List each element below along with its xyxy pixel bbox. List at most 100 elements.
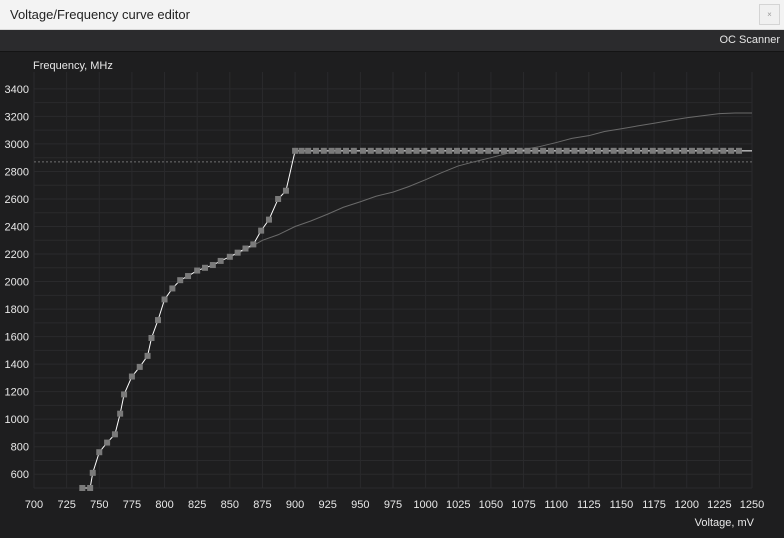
curve-point[interactable]: [634, 147, 641, 154]
curve-point[interactable]: [735, 147, 742, 154]
curve-point[interactable]: [328, 147, 335, 154]
curve-point[interactable]: [367, 147, 374, 154]
curve-point[interactable]: [720, 147, 727, 154]
curve-point[interactable]: [350, 147, 357, 154]
x-tick-label: 1200: [674, 499, 698, 511]
curve-point[interactable]: [532, 147, 539, 154]
y-tick-label: 2000: [5, 277, 29, 289]
curve-point[interactable]: [516, 147, 523, 154]
curve-point[interactable]: [161, 296, 168, 303]
curve-point[interactable]: [508, 147, 515, 154]
vf-curve-chart[interactable]: 600 800 1000 1200 1400 1600 1800 2000 2200 2400 26…: [0, 52, 784, 533]
curve-point[interactable]: [177, 277, 184, 284]
y-axis-label: Frequency, MHz: [33, 60, 113, 72]
curve-point[interactable]: [610, 147, 617, 154]
curve-point[interactable]: [681, 147, 688, 154]
curve-point[interactable]: [641, 147, 648, 154]
curve-point[interactable]: [430, 147, 437, 154]
curve-point[interactable]: [209, 262, 216, 269]
curve-point[interactable]: [563, 147, 570, 154]
chart-svg[interactable]: 600 800 1000 1200 1400 1600 1800 2000 2200 2400 26…: [0, 52, 784, 533]
curve-point[interactable]: [265, 216, 272, 223]
curve-point[interactable]: [292, 147, 299, 154]
curve-point[interactable]: [673, 147, 680, 154]
curve-point[interactable]: [359, 147, 366, 154]
curve-point[interactable]: [626, 147, 633, 154]
curve-point[interactable]: [343, 147, 350, 154]
curve-point[interactable]: [250, 241, 257, 248]
x-tick-label: 975: [384, 499, 402, 511]
curve-point[interactable]: [540, 147, 547, 154]
curve-point[interactable]: [305, 147, 312, 154]
close-icon: ×: [767, 10, 772, 19]
curve-point[interactable]: [202, 264, 209, 271]
curve-point[interactable]: [117, 410, 124, 417]
curve-point[interactable]: [242, 245, 249, 252]
curve-point[interactable]: [155, 317, 162, 324]
curve-point[interactable]: [405, 147, 412, 154]
curve-point[interactable]: [704, 147, 711, 154]
curve-point[interactable]: [438, 147, 445, 154]
curve-point[interactable]: [383, 147, 390, 154]
curve-point[interactable]: [469, 147, 476, 154]
curve-point[interactable]: [571, 147, 578, 154]
curve-point[interactable]: [696, 147, 703, 154]
curve-point[interactable]: [421, 147, 428, 154]
curve-point[interactable]: [217, 257, 224, 264]
curve-point[interactable]: [169, 285, 176, 292]
curve-point[interactable]: [275, 195, 282, 202]
curve-point[interactable]: [144, 352, 151, 359]
curve-point[interactable]: [226, 253, 233, 260]
x-tick-label: 725: [57, 499, 75, 511]
curve-point[interactable]: [618, 147, 625, 154]
curve-point[interactable]: [185, 273, 192, 280]
curve-point[interactable]: [397, 147, 404, 154]
curve-point[interactable]: [89, 469, 96, 476]
curve-point[interactable]: [446, 147, 453, 154]
curve-point[interactable]: [335, 147, 342, 154]
curve-point[interactable]: [555, 147, 562, 154]
curve-point[interactable]: [413, 147, 420, 154]
curve-point[interactable]: [712, 147, 719, 154]
curve-point[interactable]: [500, 147, 507, 154]
curve-point[interactable]: [594, 147, 601, 154]
y-tick-label: 600: [11, 469, 29, 481]
curve-point[interactable]: [688, 147, 695, 154]
curve-point[interactable]: [298, 147, 305, 154]
curve-point[interactable]: [194, 267, 201, 274]
curve-point[interactable]: [121, 391, 128, 398]
curve-point[interactable]: [258, 227, 265, 234]
curve-point[interactable]: [104, 439, 111, 446]
curve-point[interactable]: [390, 147, 396, 154]
curve-point[interactable]: [320, 147, 327, 154]
curve-point[interactable]: [79, 485, 86, 491]
curve-point[interactable]: [493, 147, 500, 154]
curve-point[interactable]: [136, 363, 143, 370]
curve-point[interactable]: [148, 334, 155, 341]
curve-point[interactable]: [587, 147, 594, 154]
curve-point[interactable]: [453, 147, 460, 154]
edited-curve-line[interactable]: [82, 150, 752, 489]
curve-point[interactable]: [665, 147, 672, 154]
curve-point[interactable]: [547, 147, 554, 154]
curve-point[interactable]: [282, 187, 289, 194]
curve-point[interactable]: [87, 485, 94, 491]
curve-point[interactable]: [728, 147, 735, 154]
curve-point[interactable]: [96, 449, 103, 456]
curve-point[interactable]: [649, 147, 656, 154]
curve-point[interactable]: [312, 147, 319, 154]
curve-point[interactable]: [477, 147, 484, 154]
curve-point[interactable]: [602, 147, 609, 154]
curve-point[interactable]: [579, 147, 586, 154]
curve-point[interactable]: [485, 147, 492, 154]
oc-scanner-button[interactable]: OC Scanner: [719, 34, 780, 46]
curve-point[interactable]: [524, 147, 531, 154]
y-tick-label: 1000: [5, 414, 29, 426]
close-button[interactable]: ×: [759, 4, 780, 25]
curve-point[interactable]: [657, 147, 664, 154]
curve-point[interactable]: [128, 373, 135, 380]
curve-point[interactable]: [234, 249, 241, 256]
curve-point[interactable]: [461, 147, 468, 154]
curve-point[interactable]: [375, 147, 382, 154]
curve-point[interactable]: [111, 431, 118, 438]
